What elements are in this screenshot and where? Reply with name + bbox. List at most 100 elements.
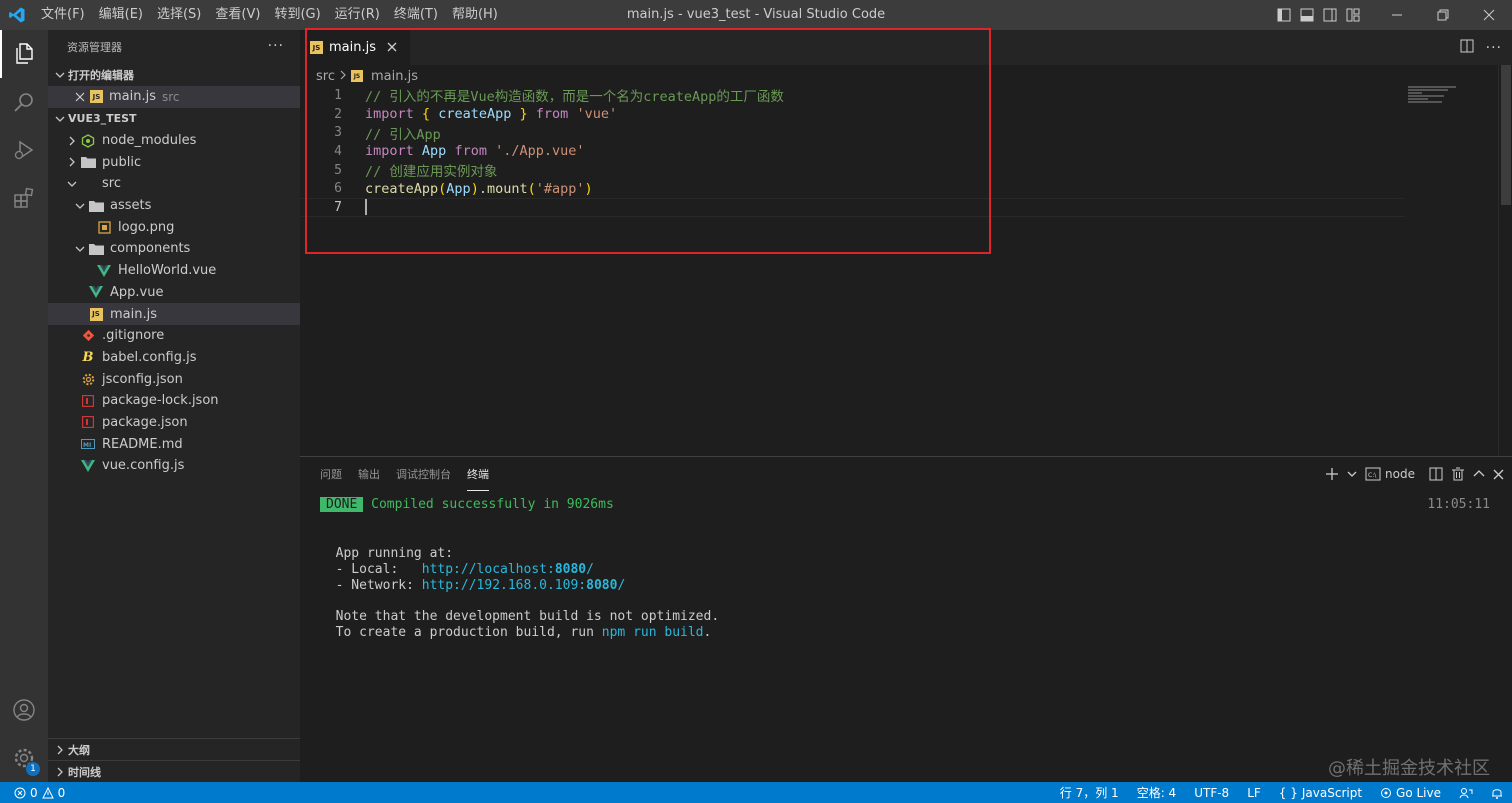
line-number: 5 <box>334 162 342 178</box>
tree-file[interactable]: vue.config.js <box>48 455 300 477</box>
split-terminal-icon[interactable] <box>1429 464 1443 484</box>
timeline-section[interactable]: 时间线 <box>48 760 300 782</box>
maximize-panel-icon[interactable] <box>1473 464 1485 484</box>
tree-item-label: HelloWorld.vue <box>118 263 217 279</box>
menu-item[interactable]: 选择(S) <box>150 0 208 30</box>
tree-file[interactable]: MI README.md <box>48 433 300 455</box>
close-editor-icon[interactable] <box>72 89 88 105</box>
code-line[interactable]: 2 import { createApp } from 'vue' <box>300 105 1405 124</box>
menu-item[interactable]: 帮助(H) <box>445 0 505 30</box>
restore-icon[interactable] <box>1420 0 1466 30</box>
close-window-icon[interactable] <box>1466 0 1512 30</box>
close-panel-icon[interactable] <box>1493 464 1504 484</box>
tree-folder[interactable]: node_modules <box>48 130 300 152</box>
customize-layout-icon[interactable] <box>1341 0 1364 30</box>
local-url[interactable]: http://localhost:8080/ <box>422 562 594 577</box>
end-of-line[interactable]: LF <box>1238 786 1270 800</box>
tree-file[interactable]: logo.png <box>48 216 300 238</box>
panel-tab[interactable]: 调试控制台 <box>396 457 451 491</box>
tree-item-label: .gitignore <box>102 328 165 344</box>
run-debug-icon[interactable] <box>0 126 48 174</box>
code-line[interactable]: 7 <box>300 198 1405 217</box>
network-url[interactable]: http://192.168.0.109:8080/ <box>422 578 626 593</box>
code-line[interactable]: 1 // 引入的不再是Vue构造函数，而是一个名为createApp的工厂函数 <box>300 86 1405 106</box>
tree-file[interactable]: package.json <box>48 412 300 434</box>
trash-icon[interactable] <box>1451 464 1465 484</box>
tree-folder[interactable]: public <box>48 151 300 173</box>
search-icon[interactable] <box>0 78 48 126</box>
menu-item[interactable]: 终端(T) <box>387 0 445 30</box>
vscode-logo-icon <box>0 0 34 30</box>
cursor-position[interactable]: 行 7，列 1 <box>1051 784 1128 801</box>
breadcrumb-folder[interactable]: src <box>316 69 335 84</box>
more-actions-icon[interactable]: ··· <box>268 38 284 54</box>
tree-file[interactable]: package-lock.json <box>48 390 300 412</box>
tab-main-js[interactable]: JS main.js <box>300 30 410 65</box>
tree-file[interactable]: HelloWorld.vue <box>48 260 300 282</box>
panel-tab[interactable]: 终端 <box>467 457 489 491</box>
activity-bar: 1 <box>0 30 48 782</box>
breadcrumb-file[interactable]: main.js <box>371 69 418 84</box>
tree-file[interactable]: App.vue <box>48 282 300 304</box>
editor-scrollbar[interactable] <box>1498 65 1512 455</box>
tree-file[interactable]: Bbabel.config.js <box>48 347 300 369</box>
toggle-secondary-sidebar-icon[interactable] <box>1318 0 1341 30</box>
line-content: // 引入的不再是Vue构造函数，而是一个名为createApp的工厂函数 <box>365 89 784 106</box>
feedback-icon[interactable] <box>1450 787 1482 799</box>
tree-file[interactable]: .gitignore <box>48 325 300 347</box>
code-line[interactable]: 3 // 引入App <box>300 123 1405 143</box>
code-line[interactable]: 6 createApp(App).mount('#app') <box>300 179 1405 198</box>
close-tab-icon[interactable] <box>384 39 400 55</box>
panel-tab[interactable]: 问题 <box>320 457 342 491</box>
open-editor-item[interactable]: JS main.js src <box>48 86 300 108</box>
menu-item[interactable]: 运行(R) <box>328 0 387 30</box>
indentation[interactable]: 空格: 4 <box>1128 784 1186 801</box>
go-live-button[interactable]: Go Live <box>1371 786 1450 800</box>
tree-folder[interactable]: assets <box>48 195 300 217</box>
tree-item-label: jsconfig.json <box>102 371 183 387</box>
chevron-down-icon[interactable] <box>1347 464 1357 484</box>
braces-icon: { } <box>1278 785 1298 800</box>
menu-item[interactable]: 查看(V) <box>208 0 267 30</box>
menu-item[interactable]: 转到(G) <box>267 0 327 30</box>
notifications-bell-icon[interactable] <box>1482 787 1512 799</box>
project-label: VUE3_TEST <box>68 112 137 126</box>
outline-section[interactable]: 大纲 <box>48 738 300 760</box>
minimap[interactable] <box>1408 86 1498 116</box>
manage-gear-icon[interactable]: 1 <box>0 734 48 782</box>
language-mode[interactable]: { } JavaScript <box>1270 786 1371 800</box>
explorer-icon[interactable] <box>0 30 48 78</box>
code-editor[interactable]: 1 // 引入的不再是Vue构造函数，而是一个名为createApp的工厂函数 2 i… <box>300 86 1405 217</box>
terminal-selector[interactable]: C:\ node <box>1365 464 1415 484</box>
problems-status[interactable]: 0 0 <box>0 786 65 800</box>
tree-folder[interactable]: components <box>48 238 300 260</box>
tree-file[interactable]: JS main.js <box>48 303 300 325</box>
new-terminal-icon[interactable] <box>1325 464 1339 484</box>
line-number: 1 <box>334 87 342 103</box>
menu-item[interactable]: 文件(F) <box>34 0 92 30</box>
panel-tab[interactable]: 输出 <box>358 457 380 491</box>
svg-text:C:\: C:\ <box>1368 472 1377 479</box>
menu-bar: 文件(F) 编辑(E) 选择(S) 查看(V) 转到(G) 运行(R) 终端(T) 帮助(H) <box>34 0 505 30</box>
encoding[interactable]: UTF-8 <box>1185 786 1238 800</box>
editor-more-actions-icon[interactable]: ··· <box>1486 40 1502 56</box>
chevron-down-icon <box>64 176 80 192</box>
code-line[interactable]: 4 import App from './App.vue' <box>300 142 1405 161</box>
toggle-primary-sidebar-icon[interactable] <box>1272 0 1295 30</box>
minimize-icon[interactable] <box>1374 0 1420 30</box>
project-section[interactable]: VUE3_TEST <box>48 108 300 130</box>
extensions-icon[interactable] <box>0 174 48 222</box>
open-editors-section[interactable]: 打开的编辑器 <box>48 64 300 86</box>
terminal-output[interactable]: DONE Compiled successfully in 9026ms App… <box>320 497 719 641</box>
running-message: App running at: <box>320 546 454 562</box>
local-label: - Local: <box>320 562 422 578</box>
tree-file[interactable]: jsconfig.json <box>48 368 300 390</box>
tree-folder[interactable]: src <box>48 173 300 195</box>
menu-item[interactable]: 编辑(E) <box>92 0 150 30</box>
code-line[interactable]: 5 // 创建应用实例对象 <box>300 161 1405 181</box>
toggle-panel-icon[interactable] <box>1295 0 1318 30</box>
accounts-icon[interactable] <box>0 686 48 734</box>
git-file-icon <box>80 328 96 344</box>
line-content <box>344 199 367 216</box>
split-editor-icon[interactable] <box>1460 39 1474 57</box>
